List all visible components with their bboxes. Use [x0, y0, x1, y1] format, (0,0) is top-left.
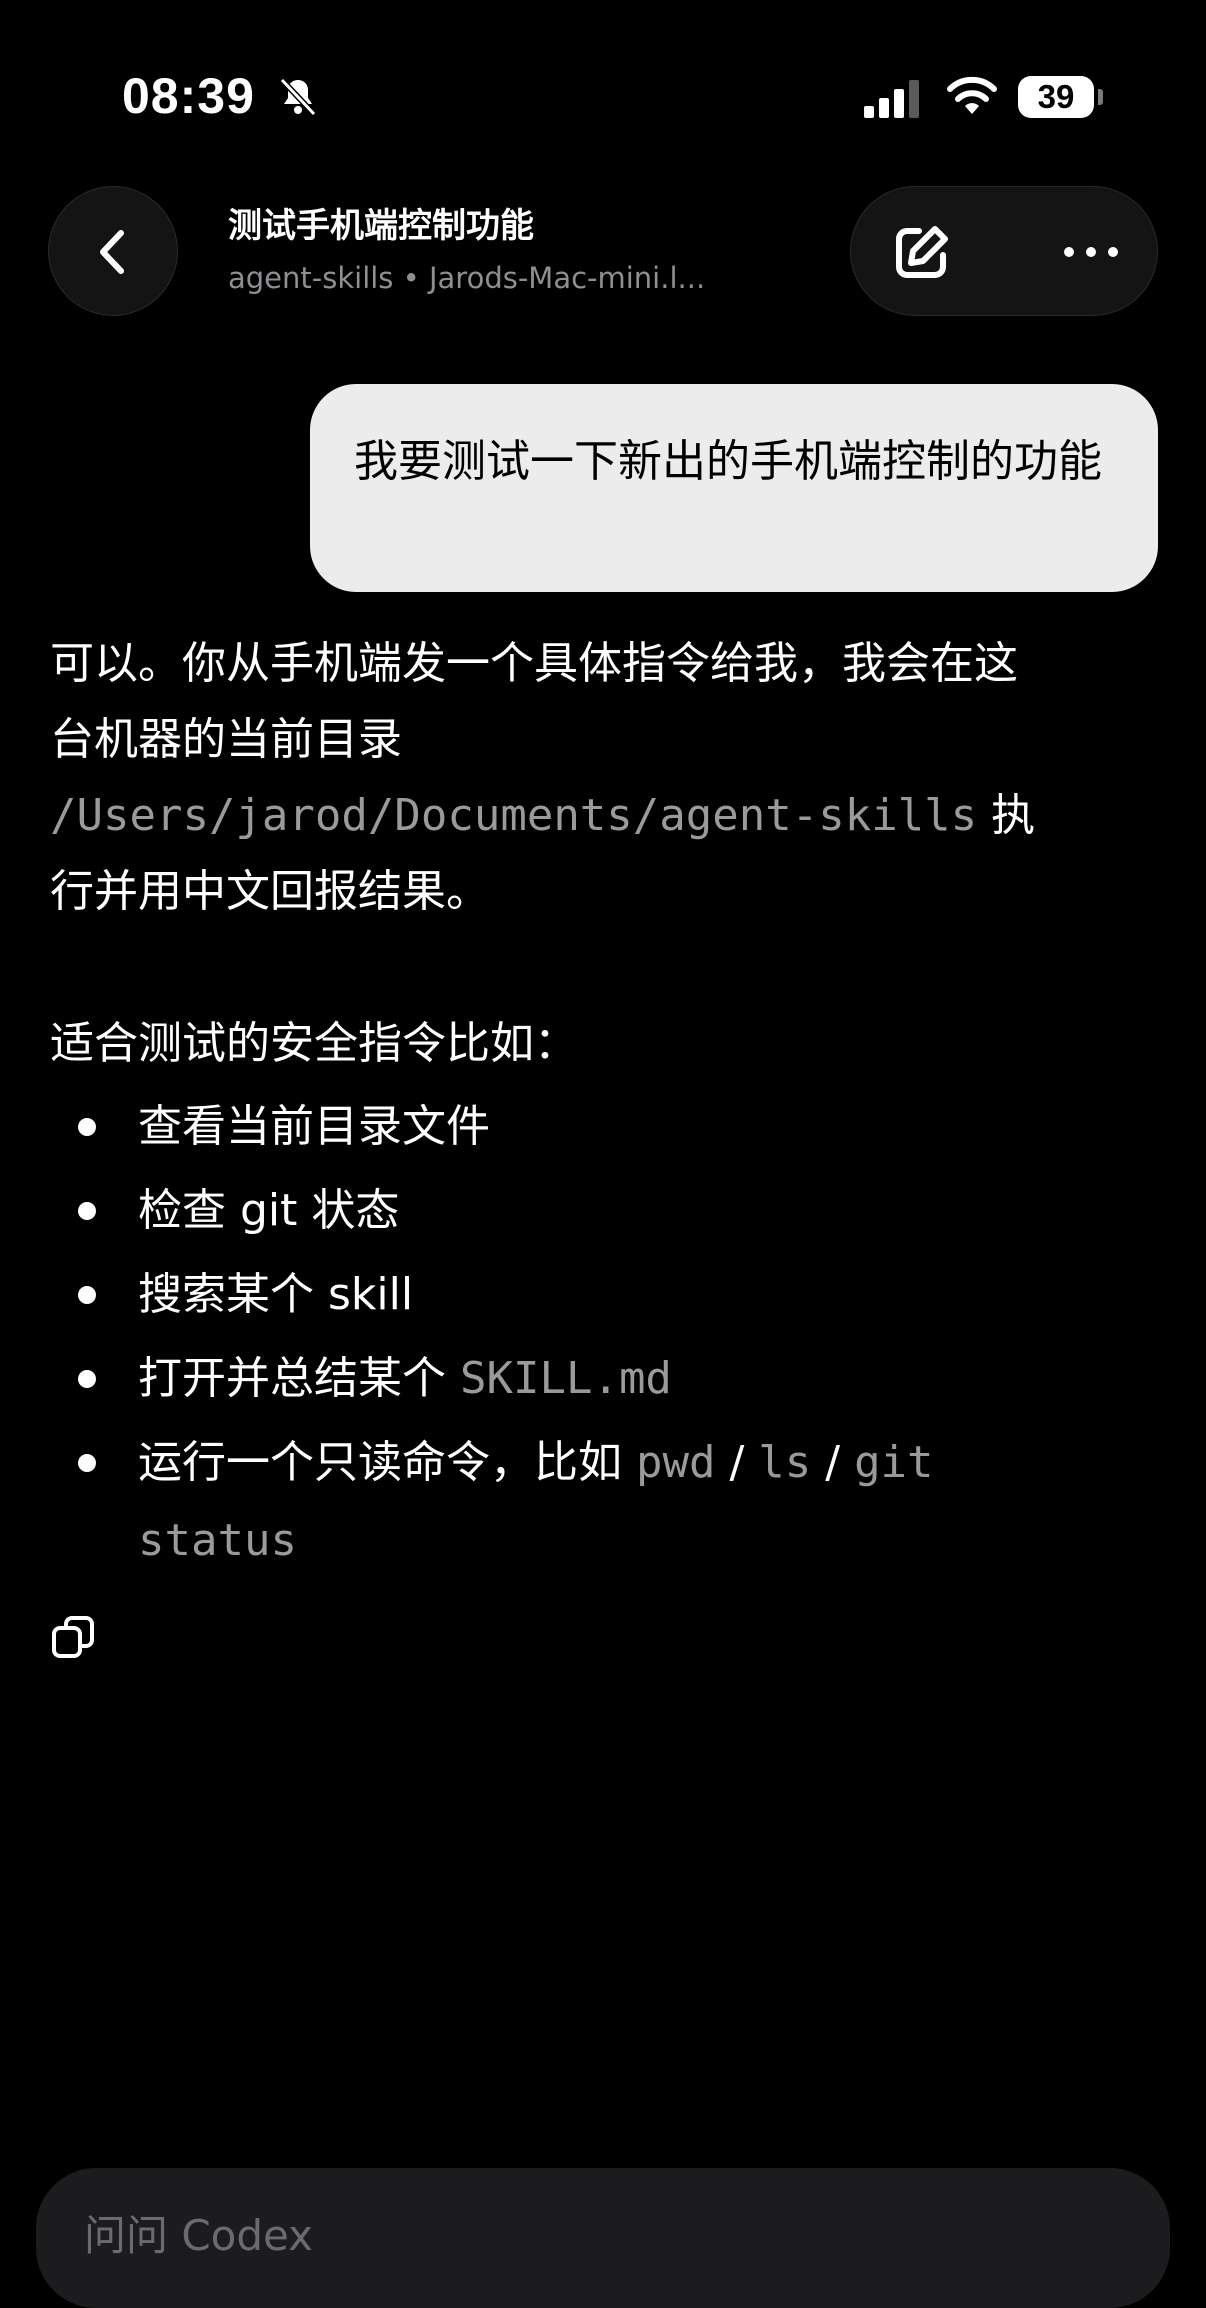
copy-icon[interactable]	[50, 1614, 96, 1660]
list-item: 查看当前目录文件	[50, 1088, 1050, 1166]
list-item: 检查 git 状态	[50, 1172, 1050, 1250]
header-actions	[850, 186, 1158, 316]
cellular-signal-icon	[864, 80, 919, 118]
compose-icon[interactable]	[889, 221, 953, 285]
list-item-text: 运行一个只读命令，比如	[138, 1437, 636, 1488]
list-item: 运行一个只读命令，比如 pwd / ls / git status	[50, 1424, 1050, 1580]
battery-icon: 39	[1018, 76, 1103, 118]
user-message-bubble[interactable]: 我要测试一下新出的手机端控制的功能	[310, 384, 1158, 592]
thread-title: 测试手机端控制功能	[228, 206, 534, 246]
list-item-text: 打开并总结某个	[138, 1353, 460, 1404]
intro-text: 可以。你从手机端发一个具体指令给我，我会在这台机器的当前目录	[50, 638, 1018, 765]
back-button[interactable]	[48, 186, 178, 316]
composer-placeholder: 问问 Codex	[84, 2211, 313, 2260]
bullet	[78, 1202, 96, 1220]
list-item-separator: /	[715, 1437, 759, 1488]
list-item-separator: /	[811, 1437, 855, 1488]
list-item-code: ls	[758, 1437, 812, 1488]
bell-slash-icon	[279, 77, 317, 117]
more-icon[interactable]	[1059, 227, 1123, 277]
thread-subtitle: agent-skills • Jarods-Mac-mini.l...	[228, 261, 706, 295]
bullet	[78, 1454, 96, 1472]
list-item: 搜索某个 skill	[50, 1256, 1050, 1334]
list-item-code: pwd	[636, 1437, 716, 1488]
assistant-intro: 可以。你从手机端发一个具体指令给我，我会在这台机器的当前目录 /Users/ja…	[50, 626, 1050, 930]
bullet	[78, 1370, 96, 1388]
list-item-text: 搜索某个 skill	[138, 1269, 414, 1320]
status-bar: 08:39 39	[0, 0, 1206, 170]
list-item: 打开并总结某个 SKILL.md	[50, 1340, 1050, 1418]
battery-cap	[1098, 89, 1103, 105]
assistant-message[interactable]: 可以。你从手机端发一个具体指令给我，我会在这台机器的当前目录 /Users/ja…	[50, 626, 1050, 1580]
suggestion-list: 查看当前目录文件 检查 git 状态 搜索某个 skill 打开并总结某个 SK…	[50, 1088, 1050, 1580]
chevron-left-icon	[100, 230, 124, 274]
message-composer[interactable]: 问问 Codex	[36, 2168, 1170, 2308]
list-heading: 适合测试的安全指令比如：	[50, 1018, 578, 1069]
bullet	[78, 1118, 96, 1136]
list-item-code: SKILL.md	[460, 1353, 672, 1404]
bullet	[78, 1286, 96, 1304]
list-item-text: 检查 git 状态	[138, 1185, 400, 1236]
wifi-icon	[947, 76, 997, 114]
list-item-text: 查看当前目录文件	[138, 1101, 490, 1152]
intro-path-code: /Users/jarod/Documents/agent-skills	[50, 790, 978, 841]
status-time: 08:39	[122, 68, 255, 124]
battery-level: 39	[1018, 76, 1094, 118]
